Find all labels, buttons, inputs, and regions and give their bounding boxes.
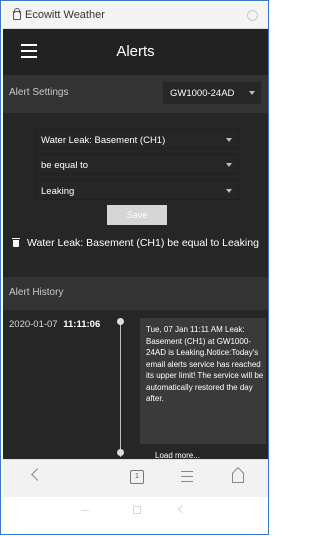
menu-icon[interactable]	[181, 471, 193, 486]
trash-icon[interactable]	[12, 238, 20, 247]
system-nav-bar	[3, 497, 268, 534]
save-button[interactable]: Save	[107, 205, 167, 225]
tabs-icon[interactable]: 1	[130, 470, 144, 484]
phone-screen: Ecowitt Weather Alerts Alert Settings GW…	[3, 3, 268, 534]
loading-icon	[247, 10, 258, 21]
back-icon[interactable]	[31, 468, 44, 481]
browser-title: Ecowitt Weather	[25, 9, 105, 21]
alert-history-label: Alert History	[9, 287, 64, 298]
timeline-dot	[117, 449, 124, 456]
value-select[interactable]: Leaking	[35, 180, 239, 200]
device-select-value: GW1000-24AD	[170, 88, 235, 99]
condition-select[interactable]: be equal to	[35, 154, 239, 174]
browser-bar: Ecowitt Weather	[3, 3, 268, 29]
condition-select-value: be equal to	[41, 160, 89, 171]
value-select-value: Leaking	[41, 186, 75, 197]
device-select[interactable]: GW1000-24AD	[163, 82, 261, 104]
alert-rule: Water Leak: Basement (CH1) be equal to L…	[12, 237, 263, 255]
sensor-select[interactable]: Water Leak: Basement (CH1)	[35, 129, 239, 149]
home-icon[interactable]	[232, 473, 244, 483]
alert-history-header: Alert History	[3, 277, 268, 310]
timeline-line	[120, 322, 121, 457]
chevron-down-icon	[226, 163, 232, 167]
alert-history-timeline: 2020-01-07 11:11:06 Tue, 07 Jan 11:11 AM…	[3, 310, 268, 460]
history-entry-datetime: 2020-01-07 11:11:06	[9, 319, 100, 330]
lock-icon	[13, 8, 21, 20]
chevron-down-icon	[249, 91, 255, 95]
page-title: Alerts	[116, 43, 155, 60]
alert-settings-label: Alert Settings	[9, 87, 69, 98]
chevron-down-icon	[226, 138, 232, 142]
history-entry-date: 2020-01-07	[9, 319, 58, 330]
timeline-dot	[117, 318, 124, 325]
recent-apps-icon[interactable]	[81, 510, 89, 511]
system-home-icon[interactable]	[133, 506, 141, 514]
alert-settings-row: Alert Settings GW1000-24AD	[3, 75, 268, 113]
sensor-select-value: Water Leak: Basement (CH1)	[41, 135, 166, 146]
browser-nav-bar: 1	[3, 459, 268, 497]
alert-rule-text: Water Leak: Basement (CH1) be equal to L…	[27, 237, 259, 249]
chevron-down-icon	[226, 189, 232, 193]
history-entry-message: Tue, 07 Jan 11:11 AM Leak: Basement (CH1…	[146, 325, 264, 403]
system-back-icon[interactable]	[177, 504, 187, 514]
history-entry-time: 11:11:06	[63, 319, 101, 330]
app-header: Alerts	[3, 29, 268, 75]
app-content: Alerts Alert Settings GW1000-24AD Water …	[3, 29, 268, 460]
history-entry-card: Tue, 07 Jan 11:11 AM Leak: Basement (CH1…	[140, 318, 266, 444]
